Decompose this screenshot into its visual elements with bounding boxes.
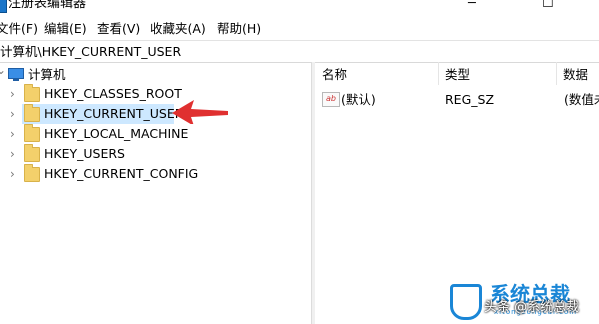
- computer-icon: [8, 68, 24, 79]
- shield-logo-icon: [450, 284, 482, 320]
- tree-item-label: HKEY_CURRENT_CONFIG: [44, 166, 199, 181]
- tree-item-hkey-users[interactable]: › HKEY_USERS: [0, 144, 311, 164]
- menu-file[interactable]: 文件(F): [0, 21, 38, 37]
- column-header-name[interactable]: 名称: [315, 62, 439, 85]
- column-data-label: 数据: [563, 67, 589, 82]
- menu-view[interactable]: 查看(V): [97, 21, 140, 37]
- folder-icon: [24, 124, 40, 142]
- tree-item-label: HKEY_CLASSES_ROOT: [44, 86, 182, 101]
- watermark-toutiao: 头条 @系统总裁: [484, 300, 580, 315]
- value-row[interactable]: ab (默认) REG_SZ (数值未: [315, 89, 599, 109]
- tree-item-hkey-current-config[interactable]: › HKEY_CURRENT_CONFIG: [0, 164, 311, 184]
- column-header-data[interactable]: 数据: [556, 62, 599, 85]
- chevron-right-icon[interactable]: ›: [10, 107, 15, 121]
- folder-icon: [24, 84, 40, 102]
- menu-edit[interactable]: 编辑(E): [44, 21, 87, 37]
- tree-item-hkey-current-user[interactable]: › HKEY_CURRENT_USER: [0, 104, 311, 124]
- string-value-icon: ab: [322, 92, 340, 107]
- chevron-right-icon[interactable]: ›: [10, 147, 15, 161]
- tree-item-hkey-classes-root[interactable]: › HKEY_CLASSES_ROOT: [0, 84, 311, 104]
- value-name: (默认): [341, 92, 376, 107]
- folder-icon: [24, 164, 40, 182]
- menu-favorites[interactable]: 收藏夹(A): [150, 21, 206, 37]
- menu-help[interactable]: 帮助(H): [217, 21, 261, 37]
- window-title: 注册表编辑器: [8, 0, 87, 11]
- tree-item-label: HKEY_USERS: [44, 146, 125, 161]
- tree-item-label: HKEY_CURRENT_USER: [44, 106, 184, 121]
- value-type: REG_SZ: [445, 92, 495, 107]
- column-header-type[interactable]: 类型: [438, 62, 557, 85]
- red-arrow-annotation: [172, 100, 228, 124]
- folder-icon: [24, 144, 40, 162]
- address-bar[interactable]: 计算机\HKEY_CURRENT_USER: [0, 40, 599, 63]
- chevron-right-icon[interactable]: ›: [10, 87, 15, 101]
- chevron-right-icon[interactable]: ›: [10, 127, 15, 141]
- menu-bar: 文件(F) 编辑(E) 查看(V) 收藏夹(A) 帮助(H): [0, 20, 599, 38]
- tree-root-label: 计算机: [28, 67, 66, 82]
- tree-item-label: HKEY_LOCAL_MACHINE: [44, 126, 189, 141]
- address-path[interactable]: 计算机\HKEY_CURRENT_USER: [0, 44, 181, 59]
- chevron-right-icon[interactable]: ›: [10, 167, 15, 181]
- value-data: (数值未: [564, 92, 599, 107]
- column-name-label: 名称: [322, 67, 348, 82]
- chevron-down-icon[interactable]: ⌄: [0, 63, 6, 77]
- title-bar: 注册表编辑器 ─ ☐: [0, 0, 599, 19]
- folder-icon: [24, 104, 40, 122]
- minimize-button[interactable]: ─: [468, 0, 476, 10]
- computer-stand: [13, 79, 19, 81]
- tree-item-hkey-local-machine[interactable]: › HKEY_LOCAL_MACHINE: [0, 124, 311, 144]
- maximize-button[interactable]: ☐: [542, 0, 554, 10]
- arrow-shape: [172, 100, 228, 124]
- column-type-label: 类型: [445, 67, 471, 82]
- tree-root-computer[interactable]: ⌄ 计算机: [0, 62, 311, 82]
- tree-pane: ⌄ 计算机 › HKEY_CLASSES_ROOT › HKEY_CURRENT…: [0, 62, 311, 324]
- regedit-app-icon: [0, 0, 7, 13]
